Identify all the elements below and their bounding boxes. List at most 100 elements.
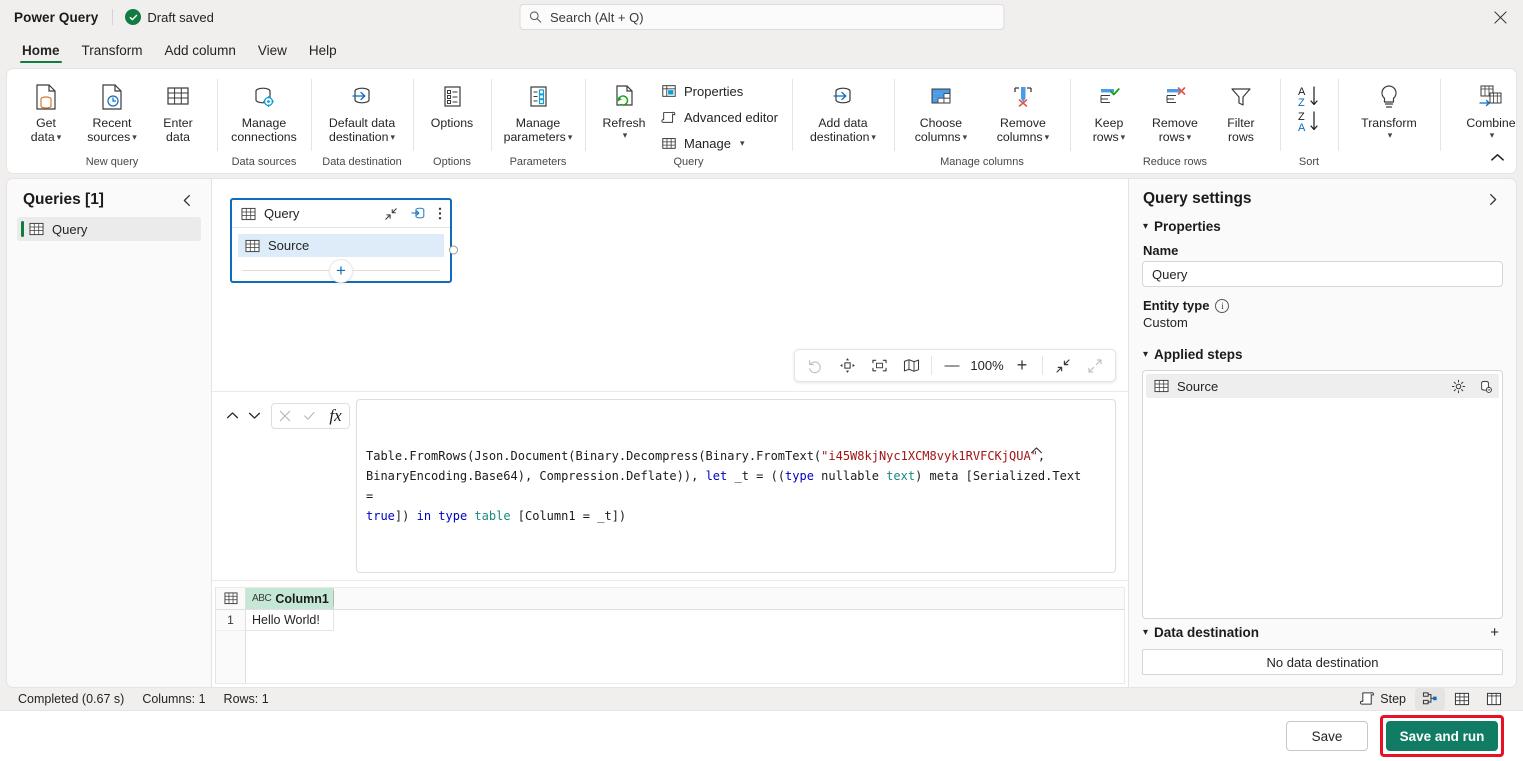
ribbon-group-query: Refresh ▾ Properties Advanced editor Man… xyxy=(585,69,792,173)
chevron-up-icon[interactable] xyxy=(222,405,243,426)
add-step-divider: + xyxy=(242,259,440,282)
tab-home[interactable]: Home xyxy=(12,40,70,64)
tab-help[interactable]: Help xyxy=(299,40,347,64)
query-diagram-node[interactable]: Query Source + xyxy=(230,198,458,283)
sort-button[interactable]: A Z Z A xyxy=(1286,76,1332,141)
refresh-button[interactable]: Refresh ▾ xyxy=(591,76,657,141)
status-info: Completed (0.67 s) Columns: 1 Rows: 1 xyxy=(18,692,269,706)
save-and-run-button[interactable]: Save and run xyxy=(1386,721,1498,751)
enter-data-label: Enter data xyxy=(163,116,193,144)
combine-button[interactable]: Combine ▾ xyxy=(1446,76,1516,141)
data-source-icon[interactable] xyxy=(1476,379,1495,394)
manage-connections-label: Manage connections xyxy=(231,116,297,144)
sidebar-item-query[interactable]: Query xyxy=(17,217,201,241)
chevron-left-icon[interactable] xyxy=(178,192,197,209)
select-all-table-icon[interactable] xyxy=(216,588,246,609)
schema-view-icon xyxy=(1486,692,1502,706)
filter-rows-button[interactable]: Filter rows xyxy=(1208,76,1274,144)
grid-empty-area xyxy=(216,631,1124,683)
schema-view-button[interactable] xyxy=(1479,688,1509,710)
collapse-formula-icon[interactable] xyxy=(1030,406,1109,495)
manage-connections-button[interactable]: Manage connections xyxy=(223,76,305,144)
name-input-value: Query xyxy=(1152,266,1188,282)
properties-button[interactable]: Properties xyxy=(657,79,786,103)
table-cell[interactable]: Hello World! xyxy=(246,610,334,631)
keep-rows-icon xyxy=(1093,79,1125,115)
add-step-button[interactable]: + xyxy=(330,259,352,282)
chevron-down-icon: ▾ xyxy=(56,132,62,142)
sort-icon: A Z Z A xyxy=(1292,79,1326,141)
remove-rows-button[interactable]: Remove rows ▾ xyxy=(1142,76,1208,144)
column-header-column1[interactable]: ABC Column1 ▼ xyxy=(246,588,342,609)
data-destination-value[interactable]: No data destination xyxy=(1142,649,1503,675)
accept-icon[interactable] xyxy=(297,404,322,428)
properties-icon xyxy=(661,83,677,99)
zoom-in-button[interactable]: + xyxy=(1006,352,1038,379)
step-view-button[interactable]: Step xyxy=(1353,688,1413,710)
data-view-button[interactable] xyxy=(1447,688,1477,710)
applied-step-source[interactable]: Source xyxy=(1146,374,1499,398)
data-destination-section-header[interactable]: ▾ Data destination + xyxy=(1141,619,1504,646)
status-rows: Rows: 1 xyxy=(223,691,269,706)
close-icon[interactable] xyxy=(1477,0,1523,34)
choose-columns-button[interactable]: Choose columns ▾ xyxy=(900,76,982,144)
manage-parameters-button[interactable]: Manage parameters ▾ xyxy=(497,76,579,144)
ribbon-toolbar: Get data ▾ Recent sources ▾ Enter data N… xyxy=(6,68,1517,174)
manage-button[interactable]: Manage ▾ xyxy=(657,131,786,155)
advanced-editor-button[interactable]: Advanced editor xyxy=(657,105,786,129)
diagram-view: Query Source + — 100% + xyxy=(212,179,1128,392)
expand-all-icon[interactable] xyxy=(1079,352,1111,379)
draft-saved-check-icon xyxy=(125,9,142,25)
chevron-right-icon[interactable] xyxy=(1483,191,1502,208)
collapse-ribbon-button[interactable] xyxy=(1486,147,1508,167)
data-destination-icon[interactable] xyxy=(408,206,428,221)
get-data-button[interactable]: Get data ▾ xyxy=(13,76,79,144)
search-input[interactable]: Search (Alt + Q) xyxy=(519,4,1004,30)
ribbon-group-label-manage-columns: Manage columns xyxy=(940,156,1024,168)
info-icon[interactable]: i xyxy=(1215,298,1230,313)
sidebar-item-label: Query xyxy=(52,221,88,237)
gear-icon[interactable] xyxy=(1449,379,1468,394)
enter-data-button[interactable]: Enter data xyxy=(145,76,211,144)
choose-columns-icon xyxy=(925,79,957,115)
add-data-destination-icon[interactable]: + xyxy=(1487,624,1502,641)
add-data-destination-button[interactable]: Add data destination ▾ xyxy=(798,76,888,144)
more-options-icon[interactable] xyxy=(436,206,444,221)
ribbon-group-label-reduce-rows: Reduce rows xyxy=(1142,156,1208,168)
table-row[interactable]: 1 Hello World! xyxy=(216,610,1124,631)
node-output-port[interactable] xyxy=(449,245,458,254)
keep-rows-button[interactable]: Keep rows ▾ xyxy=(1076,76,1142,144)
reset-view-icon[interactable] xyxy=(831,352,863,379)
ribbon-group-label-data-destination: Data destination xyxy=(322,156,402,168)
chevron-down-icon[interactable] xyxy=(244,405,265,426)
recent-sources-button[interactable]: Recent sources ▾ xyxy=(79,76,145,144)
tab-transform[interactable]: Transform xyxy=(72,40,153,64)
collapse-all-icon[interactable] xyxy=(1047,352,1079,379)
name-input[interactable]: Query xyxy=(1142,261,1503,287)
properties-section-header[interactable]: ▾ Properties xyxy=(1141,214,1504,239)
ribbon-group-reduce-rows: Keep rows ▾ Remove rows ▾ Filter rows Re… xyxy=(1069,69,1280,173)
applied-steps-section-header[interactable]: ▾ Applied steps xyxy=(1141,342,1504,367)
diagram-view-button[interactable] xyxy=(1415,687,1445,710)
cancel-icon[interactable] xyxy=(272,404,297,428)
ribbon-group-label-combine xyxy=(1442,168,1516,173)
tab-view[interactable]: View xyxy=(248,40,297,64)
default-data-destination-button[interactable]: Default data destination ▾ xyxy=(317,76,407,144)
collapse-node-icon[interactable] xyxy=(382,207,400,221)
chevron-down-icon: ▾ xyxy=(1120,132,1126,142)
fit-to-screen-icon[interactable] xyxy=(863,352,895,379)
grid-body-blank xyxy=(246,631,1124,683)
tab-add-column[interactable]: Add column xyxy=(155,40,246,64)
transform-button[interactable]: Transform ▾ xyxy=(1344,76,1434,141)
diagram-toolbar: — 100% + xyxy=(794,349,1116,382)
save-button[interactable]: Save xyxy=(1286,721,1368,751)
zoom-out-button[interactable]: — xyxy=(936,352,968,379)
minimap-icon[interactable] xyxy=(895,352,927,379)
formula-input[interactable]: Table.FromRows(Json.Document(Binary.Deco… xyxy=(356,399,1116,573)
remove-columns-button[interactable]: Remove columns ▾ xyxy=(982,76,1064,144)
formula-text: Table.FromRows(Json.Document(Binary.Deco… xyxy=(366,449,1082,523)
diagram-step-source[interactable]: Source xyxy=(238,234,458,257)
options-button[interactable]: Options xyxy=(419,76,485,130)
manage-connections-icon xyxy=(248,79,280,115)
undo-icon[interactable] xyxy=(799,352,831,379)
